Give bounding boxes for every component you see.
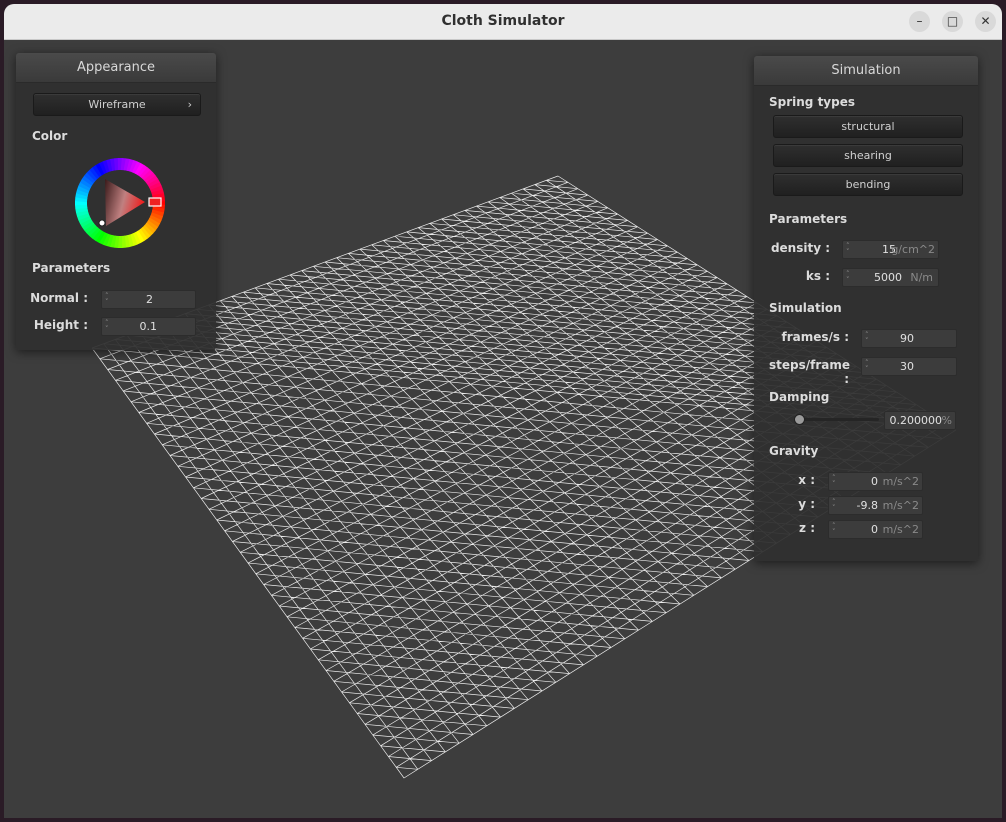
spinner-icon[interactable]: ˄ ˅ <box>105 320 109 333</box>
steps-input[interactable]: ˄ ˅ 30 <box>861 357 957 376</box>
spinner-icon[interactable]: ˄ ˅ <box>832 475 836 488</box>
chevron-right-icon: › <box>187 98 192 111</box>
density-input[interactable]: ˄ ˅ 15 g/cm^2 <box>842 240 939 259</box>
simulation-panel-title[interactable]: Simulation <box>754 56 978 86</box>
gravity-x-input[interactable]: ˄ ˅ 0 m/s^2 <box>828 472 923 491</box>
normal-input[interactable]: ˄ ˅ 2 <box>101 290 196 309</box>
title-bar[interactable]: Cloth Simulator – □ ✕ <box>4 4 1002 40</box>
bending-button[interactable]: bending <box>773 173 963 196</box>
shader-select-label: Wireframe <box>88 98 146 111</box>
render-viewport[interactable]: Appearance Wireframe › Color Parameters … <box>4 40 1002 818</box>
simulation-section-label: Simulation <box>769 301 842 315</box>
gravity-x-label: x : <box>798 473 815 487</box>
minimize-icon[interactable]: – <box>909 11 930 32</box>
shearing-button[interactable]: shearing <box>773 144 963 167</box>
color-label: Color <box>32 129 68 143</box>
hue-marker-icon <box>148 197 162 207</box>
appearance-panel: Appearance Wireframe › Color Parameters … <box>16 53 216 350</box>
maximize-icon[interactable]: □ <box>942 11 963 32</box>
spinner-icon[interactable]: ˄ ˅ <box>832 523 836 536</box>
normal-label: Normal : <box>30 291 88 305</box>
damping-input[interactable]: 0.200000 % <box>884 411 956 430</box>
height-label: Height : <box>33 318 88 332</box>
gravity-y-label: y : <box>798 497 815 511</box>
spinner-icon[interactable]: ˄ ˅ <box>865 332 869 345</box>
steps-label: steps/frame : <box>769 358 851 386</box>
height-input[interactable]: ˄ ˅ 0.1 <box>101 317 196 336</box>
ks-input[interactable]: ˄ ˅ 5000 N/m <box>842 268 939 287</box>
gravity-z-label: z : <box>799 521 815 535</box>
spring-types-label: Spring types <box>769 95 856 109</box>
spinner-icon[interactable]: ˄ ˅ <box>846 271 850 284</box>
window-title: Cloth Simulator <box>441 13 565 29</box>
close-icon[interactable]: ✕ <box>975 11 996 32</box>
damping-slider-track[interactable] <box>799 418 879 421</box>
appearance-panel-title[interactable]: Appearance <box>16 53 216 83</box>
density-label: density : <box>770 241 830 255</box>
damping-slider-handle[interactable] <box>794 414 805 425</box>
gravity-y-input[interactable]: ˄ ˅ -9.8 m/s^2 <box>828 496 923 515</box>
spinner-icon[interactable]: ˄ ˅ <box>865 360 869 373</box>
color-marker-icon <box>98 219 106 227</box>
spinner-icon[interactable]: ˄ ˅ <box>846 243 850 256</box>
color-wheel[interactable] <box>72 155 168 251</box>
shader-select-button[interactable]: Wireframe › <box>33 93 201 116</box>
frames-label: frames/s : <box>781 330 849 344</box>
sim-parameters-label: Parameters <box>769 212 848 226</box>
app-window: Cloth Simulator – □ ✕ Appearance Wirefra… <box>4 4 1002 818</box>
structural-button[interactable]: structural <box>773 115 963 138</box>
damping-label: Damping <box>769 390 830 404</box>
ks-label: ks : <box>805 269 830 283</box>
spinner-icon[interactable]: ˄ ˅ <box>105 293 109 306</box>
appearance-parameters-label: Parameters <box>32 261 111 275</box>
frames-input[interactable]: ˄ ˅ 90 <box>861 329 957 348</box>
gravity-z-input[interactable]: ˄ ˅ 0 m/s^2 <box>828 520 923 539</box>
gravity-label: Gravity <box>769 444 819 458</box>
simulation-panel: Simulation Spring types structural shear… <box>754 56 978 561</box>
spinner-icon[interactable]: ˄ ˅ <box>832 499 836 512</box>
